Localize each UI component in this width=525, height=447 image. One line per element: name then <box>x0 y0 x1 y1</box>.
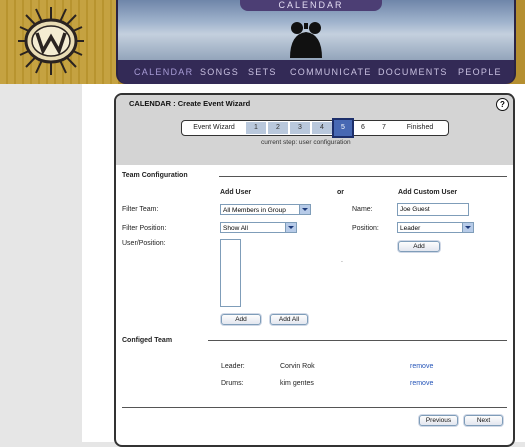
filter-position-label: Filter Position: <box>122 225 167 232</box>
position-value: Leader <box>400 225 421 232</box>
next-button[interactable]: Next <box>464 415 503 426</box>
filter-position-value: Show All <box>223 225 248 232</box>
filter-team-select[interactable]: All Members in Group <box>220 204 311 215</box>
step-6[interactable]: 6 <box>354 122 372 134</box>
panel-title: CALENDAR : Create Event Wizard <box>129 99 251 108</box>
name-label: Name: <box>352 206 373 213</box>
filter-position-select[interactable]: Show All <box>220 222 297 233</box>
remove-link[interactable]: remove <box>410 363 433 370</box>
nav-documents[interactable]: DOCUMENTS <box>378 67 448 77</box>
chevron-down-icon <box>285 223 296 232</box>
step-event-wizard[interactable]: Event Wizard <box>186 122 242 134</box>
left-column <box>0 84 82 442</box>
step-7[interactable]: 7 <box>375 122 393 134</box>
current-step-text: current step: user configuration <box>261 139 351 146</box>
name-field[interactable]: Joe Guest <box>397 203 469 216</box>
dot-text: . <box>341 257 343 264</box>
chevron-down-icon <box>462 223 473 232</box>
nav-calendar[interactable]: CALENDAR <box>134 67 193 77</box>
site-header: CALENDAR CALENDAR SONGS SETS COMMUNICATE… <box>0 0 525 84</box>
step-5-current[interactable]: 5 <box>332 118 354 138</box>
logo-icon <box>18 7 84 75</box>
configed-team-title: Configed Team <box>122 337 173 344</box>
chevron-down-icon <box>299 205 310 214</box>
nav-sets[interactable]: SETS <box>248 67 277 77</box>
wizard-header: CALENDAR : Create Event Wizard ? Event W… <box>116 95 513 165</box>
add-user-heading: Add User <box>220 189 252 196</box>
add-custom-user-heading: Add Custom User <box>398 189 458 196</box>
team-config-title: Team Configuration <box>122 172 188 179</box>
alarm-clock-icon <box>290 22 322 58</box>
member-role: Drums: <box>221 380 244 387</box>
filter-team-value: All Members in Group <box>223 207 286 214</box>
position-label: Position: <box>352 225 379 232</box>
user-position-list[interactable] <box>220 239 241 307</box>
divider <box>208 340 507 341</box>
position-select[interactable]: Leader <box>397 222 474 233</box>
nav-people[interactable]: PEOPLE <box>458 67 502 77</box>
main-nav: CALENDAR SONGS SETS COMMUNICATE DOCUMENT… <box>116 60 516 84</box>
step-finished[interactable]: Finished <box>398 122 442 134</box>
wizard-steps: Event Wizard 1 2 3 4 5 6 7 Finished <box>181 118 449 138</box>
nav-songs[interactable]: SONGS <box>200 67 239 77</box>
wizard-panel: CALENDAR : Create Event Wizard ? Event W… <box>114 93 515 447</box>
divider <box>122 407 507 408</box>
add-all-button[interactable]: Add All <box>270 314 308 325</box>
member-role: Leader: <box>221 363 245 370</box>
header-section-tab: CALENDAR <box>240 0 382 11</box>
step-3[interactable]: 3 <box>290 122 310 134</box>
member-name: Corvin Rok <box>280 363 315 370</box>
step-1[interactable]: 1 <box>246 122 266 134</box>
previous-button[interactable]: Previous <box>419 415 458 426</box>
add-button[interactable]: Add <box>221 314 261 325</box>
divider <box>219 176 507 177</box>
filter-team-label: Filter Team: <box>122 206 159 213</box>
step-2[interactable]: 2 <box>268 122 288 134</box>
add-custom-user-button[interactable]: Add <box>398 241 440 252</box>
user-position-label: User/Position: <box>122 240 166 247</box>
nav-communicate[interactable]: COMMUNICATE <box>290 67 372 77</box>
or-text: or <box>337 189 344 196</box>
remove-link[interactable]: remove <box>410 380 433 387</box>
help-icon[interactable]: ? <box>496 98 509 111</box>
step-4[interactable]: 4 <box>312 122 332 134</box>
member-name: kim gentes <box>280 380 314 387</box>
